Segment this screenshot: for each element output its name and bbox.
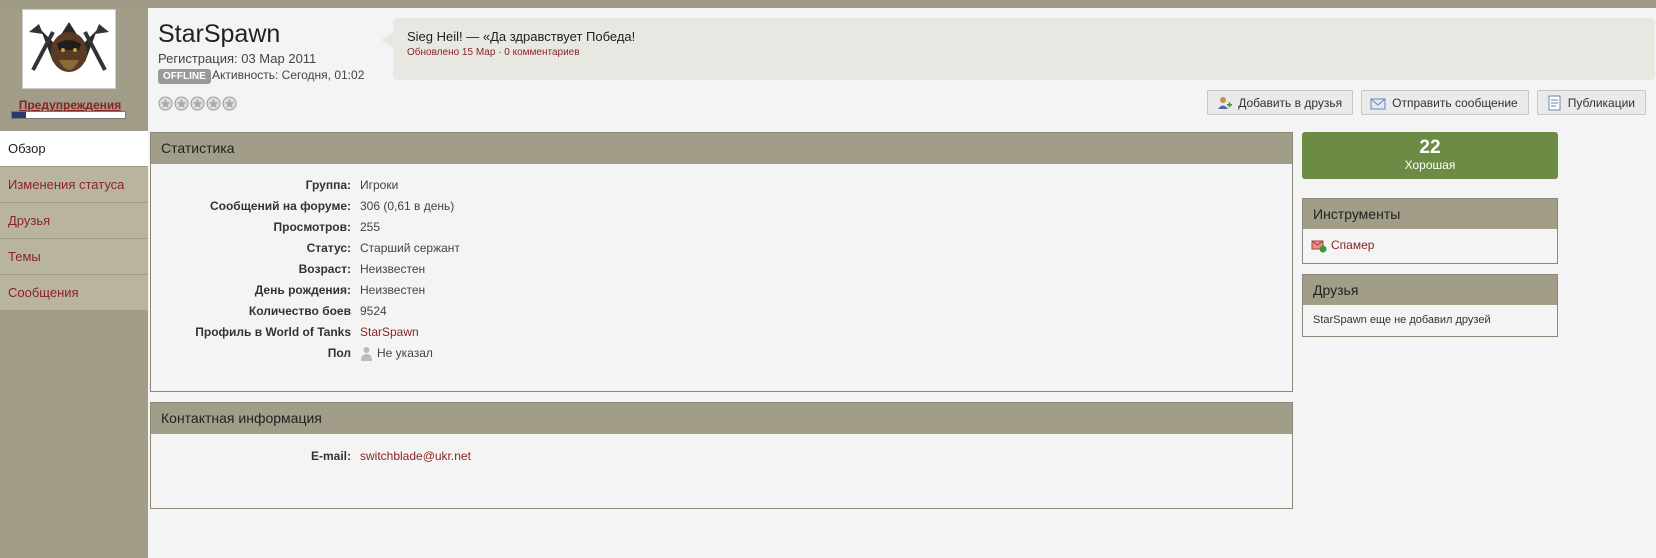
reputation-box: 22 Хорошая — [1302, 132, 1558, 179]
sidebar-nav: Обзор Изменения статуса Друзья Темы Сооб… — [0, 131, 148, 311]
stats-panel: Статистика Группа: Игроки Сообщений на фо… — [150, 132, 1293, 392]
sidebar-item-topics[interactable]: Темы — [0, 239, 148, 275]
friends-empty-text: StarSpawn еще не добавил друзей — [1313, 314, 1491, 326]
main-content: StarSpawn Регистрация: 03 Мар 2011 OFFLI… — [148, 8, 1656, 558]
add-friend-label: Добавить в друзья — [1238, 95, 1343, 110]
tools-panel: Инструменты Спамер — [1302, 198, 1558, 264]
status-text: Sieg Heil! — «Да здравствует Победа! — [407, 29, 636, 44]
add-user-icon — [1218, 96, 1233, 109]
stats-title: Статистика — [151, 133, 1292, 164]
tools-title: Инструменты — [1303, 199, 1557, 229]
sidebar-item-overview[interactable]: Обзор — [0, 131, 148, 167]
warnings-link[interactable]: Предупреждения — [8, 98, 132, 112]
spam-flag-icon — [1311, 240, 1327, 253]
friends-panel: Друзья StarSpawn еще не добавил друзей — [1302, 274, 1558, 337]
star-icon[interactable] — [206, 96, 221, 111]
sidebar: Предупреждения Обзор Изменения статуса Д… — [0, 8, 148, 558]
add-friend-button[interactable]: Добавить в друзья — [1207, 90, 1354, 115]
sidebar-item-status-changes[interactable]: Изменения статуса — [0, 167, 148, 203]
reputation-label: Хорошая — [1404, 158, 1456, 172]
reputation-value: 22 — [1419, 137, 1441, 158]
friends-title: Друзья — [1303, 275, 1557, 305]
status-meta-link[interactable]: Обновлено 15 Мар · 0 комментариев — [407, 47, 1641, 58]
registration-date: Регистрация: 03 Мар 2011 — [158, 51, 317, 66]
top-bar — [0, 0, 1656, 8]
warnings-bar — [11, 111, 126, 119]
star-icon[interactable] — [190, 96, 205, 111]
contact-panel: Контактная информация E-mail: switchblade… — [150, 402, 1293, 509]
document-icon — [1548, 95, 1561, 110]
sidebar-item-friends[interactable]: Друзья — [0, 203, 148, 239]
viking-avatar-icon — [23, 10, 115, 88]
last-activity: Активность: Сегодня, 01:02 — [212, 68, 365, 82]
star-icon[interactable] — [222, 96, 237, 111]
envelope-icon — [1370, 98, 1386, 109]
publications-button[interactable]: Публикации — [1536, 90, 1646, 115]
spammer-link[interactable]: Спамер — [1303, 229, 1557, 261]
page-title: StarSpawn — [158, 20, 281, 48]
publications-label: Публикации — [1567, 95, 1635, 110]
send-message-label: Отправить сообщение — [1392, 95, 1518, 110]
rating-stars[interactable] — [158, 96, 237, 111]
avatar[interactable] — [22, 9, 116, 89]
email-link[interactable]: switchblade@ukr.net — [360, 446, 471, 466]
sidebar-item-posts[interactable]: Сообщения — [0, 275, 148, 311]
status-badge: OFFLINE — [158, 69, 211, 84]
wot-profile-link[interactable]: StarSpawn — [360, 322, 419, 342]
user-silhouette-icon — [361, 346, 372, 361]
star-icon[interactable] — [158, 96, 173, 111]
contact-title: Контактная информация — [151, 403, 1292, 434]
profile-actions: Добавить в друзья Отправить сообщение Пу… — [1207, 90, 1646, 115]
status-bubble: Sieg Heil! — «Да здравствует Победа! Обн… — [381, 18, 1655, 80]
send-message-button[interactable]: Отправить сообщение — [1361, 90, 1529, 115]
star-icon[interactable] — [174, 96, 189, 111]
